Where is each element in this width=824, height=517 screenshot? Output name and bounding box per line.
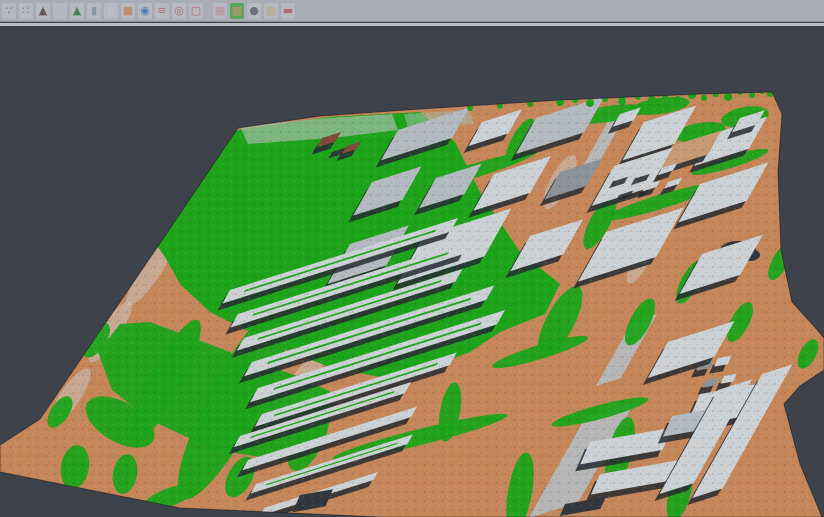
viewport-3d-view[interactable]	[0, 26, 824, 517]
terrain-mound-icon[interactable]: ▲	[36, 3, 50, 19]
sparse-points-icon[interactable]: ∴	[53, 3, 67, 19]
grid-icon[interactable]: ▦	[213, 3, 227, 19]
point-cloud-icon[interactable]: ∵	[2, 3, 16, 19]
frame-icon[interactable]: ▯	[104, 3, 118, 19]
sphere-icon[interactable]: ●	[247, 3, 261, 19]
classification-icon[interactable]: ▦	[230, 3, 244, 19]
histogram-icon[interactable]: ▤	[264, 3, 278, 19]
main-toolbar: ∵∷▲∴▲▮▯■◉≡◎▢▦▦●▤▬	[0, 0, 824, 22]
app-window: ∵∷▲∴▲▮▯■◉≡◎▢▦▦●▤▬	[0, 0, 824, 517]
list-lines-icon[interactable]: ≡	[155, 3, 169, 19]
ring-icon[interactable]: ◎	[172, 3, 186, 19]
flag-icon[interactable]: ▬	[281, 3, 295, 19]
globe-icon[interactable]: ◉	[138, 3, 152, 19]
viewport-3d[interactable]	[0, 26, 824, 517]
toolbar-separator	[206, 3, 213, 19]
ortho-surface-icon[interactable]: ■	[121, 3, 135, 19]
scatter-points-icon[interactable]: ∷	[19, 3, 33, 19]
vegetation-mound-icon[interactable]: ▲	[70, 3, 84, 19]
selection-box-icon[interactable]: ▢	[189, 3, 203, 19]
panel-icon[interactable]: ▮	[87, 3, 101, 19]
